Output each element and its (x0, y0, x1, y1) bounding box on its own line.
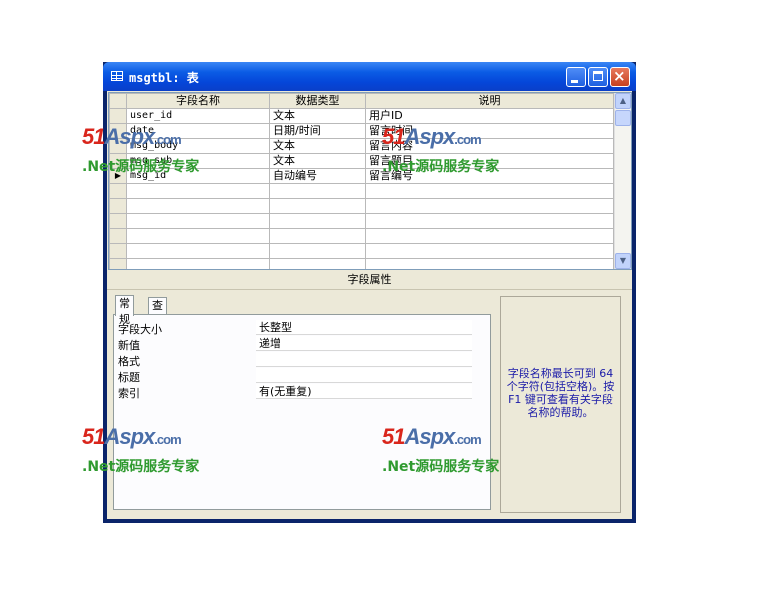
row-selector[interactable] (109, 183, 127, 199)
row-selector[interactable] (109, 228, 127, 244)
table-row[interactable] (109, 243, 614, 259)
property-row[interactable]: 新值 递增 (118, 336, 472, 352)
table-row[interactable] (109, 183, 614, 199)
watermark: 51Aspx.com .Net源码服务专家 (382, 424, 532, 484)
property-value-new-values[interactable]: 递增 (256, 336, 472, 351)
row-selector[interactable] (109, 213, 127, 229)
data-type-cell[interactable] (269, 213, 366, 229)
row-selector-header (109, 93, 127, 109)
close-button[interactable]: × (610, 67, 630, 87)
scroll-up-button[interactable]: ▲ (615, 93, 631, 109)
description-cell[interactable] (365, 228, 614, 244)
watermark: 51Aspx.com .Net源码服务专家 (82, 124, 232, 184)
row-selector[interactable] (109, 243, 127, 259)
data-type-cell[interactable]: 文本 (269, 108, 366, 124)
property-row[interactable]: 字段大小 长整型 (118, 320, 472, 336)
table-row[interactable]: user_id 文本 用户ID (109, 108, 614, 124)
scroll-down-button[interactable]: ▼ (615, 253, 631, 269)
property-value-field-size[interactable]: 长整型 (256, 320, 472, 335)
tab-general[interactable]: 常规 (115, 295, 134, 326)
description-cell[interactable] (365, 198, 614, 214)
table-icon (111, 71, 123, 81)
property-value-format[interactable] (256, 352, 472, 367)
property-label: 格式 (118, 355, 140, 368)
description-cell[interactable] (365, 258, 614, 269)
description-cell[interactable]: 用户ID (365, 108, 614, 124)
data-type-cell[interactable]: 日期/时间 (269, 123, 366, 139)
maximize-button[interactable] (588, 67, 608, 87)
tab-lookup[interactable]: 查阅 (148, 297, 167, 328)
property-label: 索引 (118, 387, 140, 400)
field-name-cell[interactable] (126, 228, 270, 244)
help-text: 字段名称最长可到 64 个字符(包括空格)。按 F1 键可查看有关字段名称的帮助… (506, 367, 615, 419)
table-row[interactable] (109, 198, 614, 214)
watermark-slogan: .Net源码服务专家 (82, 159, 200, 175)
description-cell[interactable] (365, 243, 614, 259)
data-type-cell[interactable]: 文本 (269, 153, 366, 169)
field-name-cell[interactable] (126, 258, 270, 269)
data-type-cell[interactable] (269, 258, 366, 269)
grid-header-row: 字段名称 数据类型 说明 (109, 93, 614, 109)
property-row[interactable]: 格式 (118, 352, 472, 368)
grid-vertical-scrollbar[interactable]: ▲ ▼ (614, 93, 631, 269)
table-row[interactable] (109, 258, 614, 269)
table-row[interactable] (109, 213, 614, 229)
chevron-up-icon: ▲ (619, 96, 627, 105)
maximize-icon (593, 71, 603, 81)
field-name-cell[interactable]: user_id (126, 108, 270, 124)
watermark-logo: 51Aspx.com (382, 424, 482, 449)
watermark: 51Aspx.com .Net源码服务专家 (382, 124, 532, 184)
window-title: msgtbl: 表 (129, 71, 199, 85)
watermark-slogan: .Net源码服务专家 (382, 159, 500, 175)
data-type-cell[interactable] (269, 183, 366, 199)
row-selector[interactable] (109, 198, 127, 214)
table-row[interactable] (109, 228, 614, 244)
property-label: 标题 (118, 371, 140, 384)
property-row[interactable]: 索引 有(无重复) (118, 384, 472, 400)
watermark-slogan: .Net源码服务专家 (82, 459, 200, 475)
minimize-icon (571, 80, 578, 83)
row-selector[interactable] (109, 108, 127, 124)
minimize-button[interactable] (566, 67, 586, 87)
description-cell[interactable] (365, 213, 614, 229)
watermark-logo: 51Aspx.com (382, 124, 482, 149)
property-label: 新值 (118, 339, 140, 352)
field-name-cell[interactable] (126, 183, 270, 199)
field-properties-title: 字段属性 (107, 271, 632, 290)
data-type-cell[interactable] (269, 198, 366, 214)
description-cell[interactable] (365, 183, 614, 199)
watermark: 51Aspx.com .Net源码服务专家 (82, 424, 232, 484)
field-name-cell[interactable] (126, 213, 270, 229)
data-type-cell[interactable]: 自动编号 (269, 168, 366, 184)
field-name-cell[interactable] (126, 198, 270, 214)
property-value-indexed[interactable]: 有(无重复) (256, 384, 472, 399)
header-field-name[interactable]: 字段名称 (126, 93, 270, 109)
row-selector[interactable] (109, 258, 127, 269)
property-value-caption[interactable] (256, 368, 472, 383)
field-name-cell[interactable] (126, 243, 270, 259)
watermark-slogan: .Net源码服务专家 (382, 459, 500, 475)
watermark-logo: 51Aspx.com (82, 424, 182, 449)
chevron-down-icon: ▼ (619, 256, 627, 265)
header-description[interactable]: 说明 (365, 93, 614, 109)
data-type-cell[interactable] (269, 243, 366, 259)
header-data-type[interactable]: 数据类型 (269, 93, 366, 109)
title-bar[interactable]: msgtbl: 表 × (103, 62, 636, 91)
property-row[interactable]: 标题 (118, 368, 472, 384)
watermark-logo: 51Aspx.com (82, 124, 182, 149)
close-icon: × (613, 67, 626, 85)
scroll-thumb[interactable] (615, 110, 631, 126)
data-type-cell[interactable]: 文本 (269, 138, 366, 154)
data-type-cell[interactable] (269, 228, 366, 244)
